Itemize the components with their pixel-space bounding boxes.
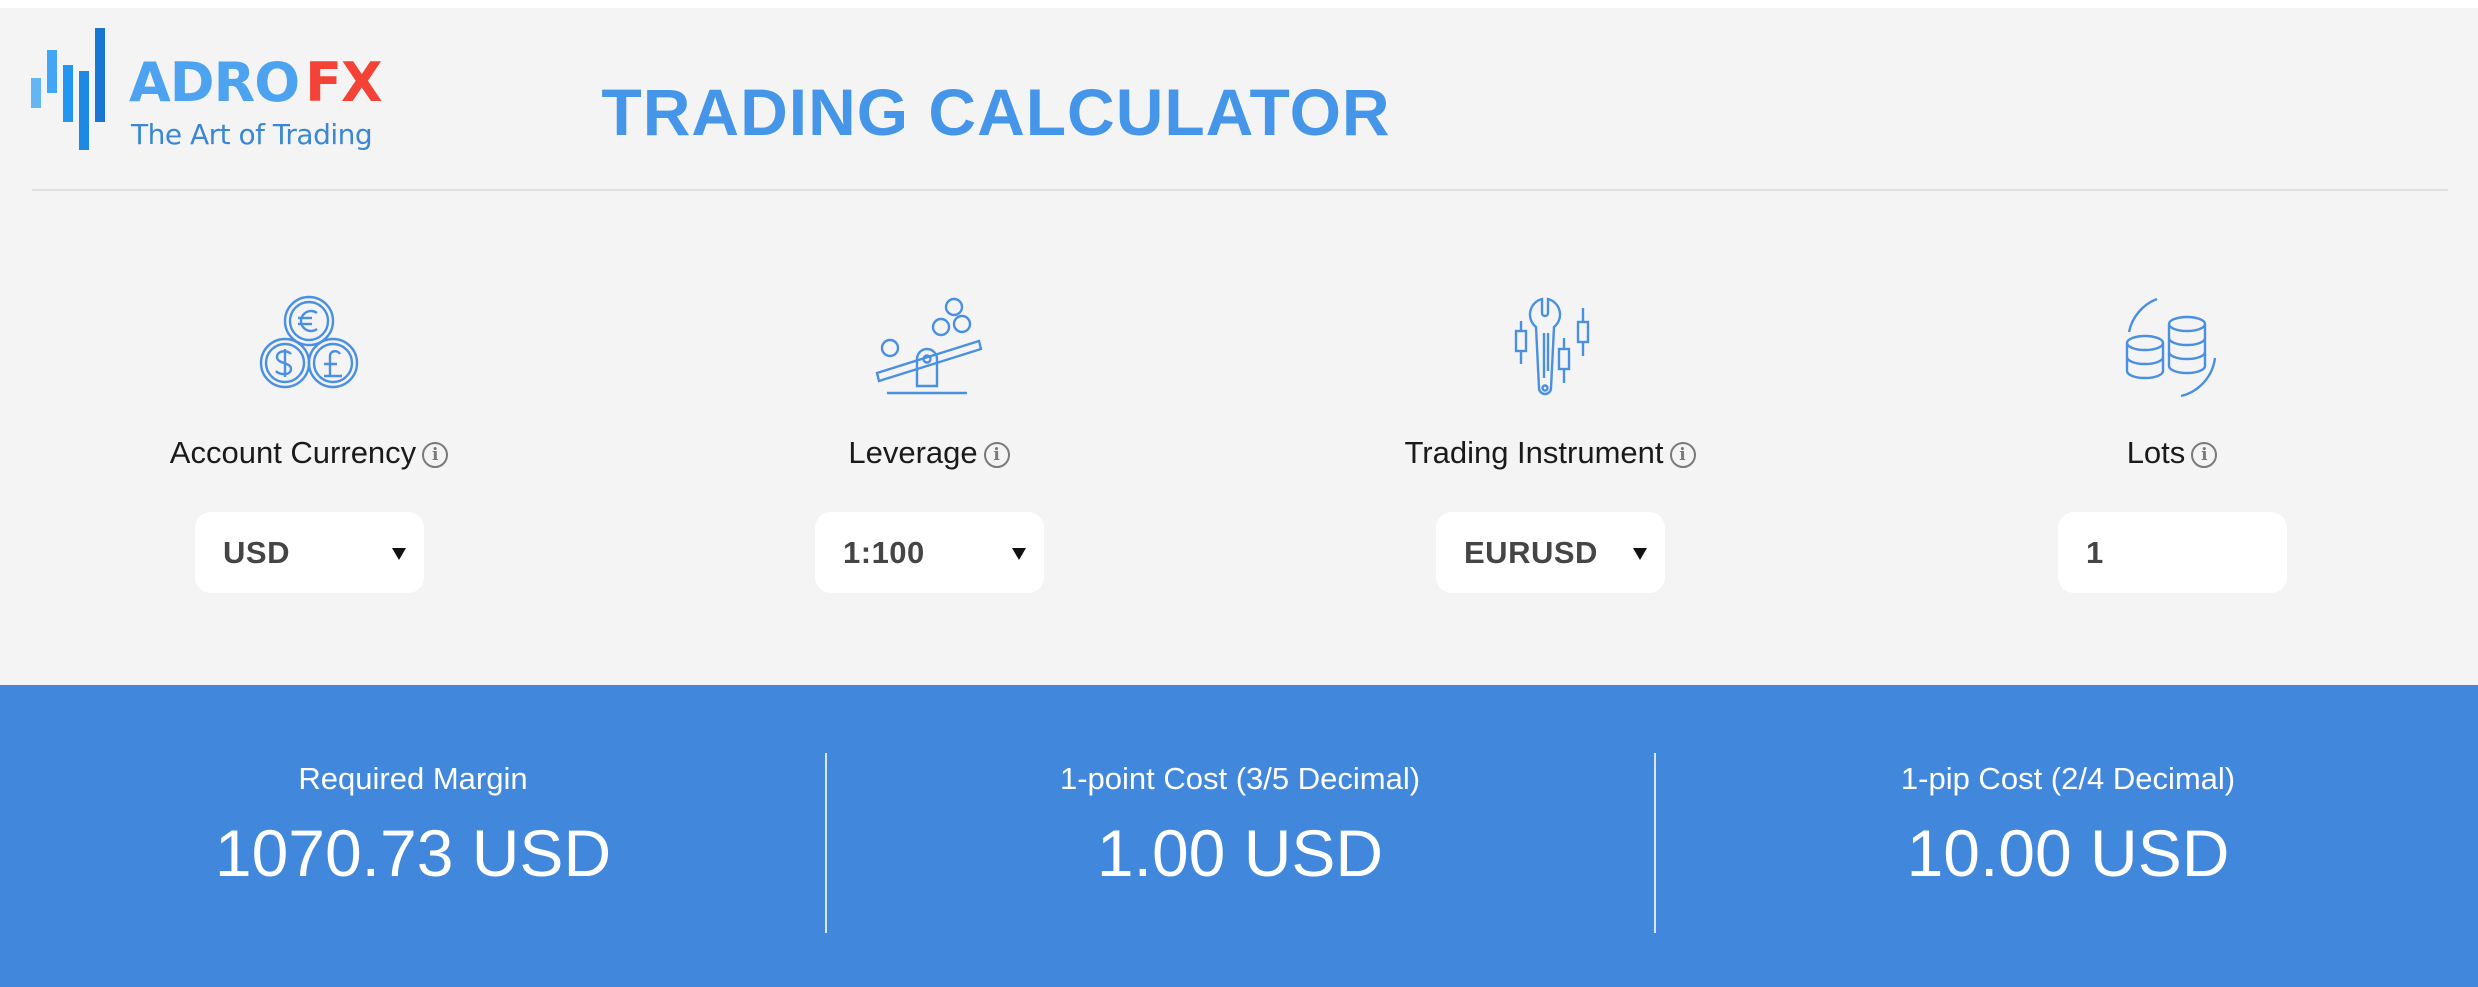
account-currency-value: USD bbox=[223, 535, 290, 570]
leverage-label-row: Leverage i bbox=[679, 433, 1179, 473]
lots-input[interactable]: 1 bbox=[2058, 512, 2287, 593]
field-leverage: Leverage i 1:100 bbox=[679, 293, 1179, 603]
result-point-cost: 1-point Cost (3/5 Decimal) 1.00 USD bbox=[827, 685, 1653, 987]
required-margin-label: Required Margin bbox=[298, 761, 528, 796]
info-icon[interactable]: i bbox=[1669, 442, 1696, 468]
wrench-candlestick-icon bbox=[1495, 293, 1605, 403]
result-required-margin: Required Margin 1070.73 USD bbox=[0, 685, 826, 987]
required-margin-value: 1070.73 USD bbox=[214, 816, 612, 890]
result-pip-cost: 1-pip Cost (2/4 Decimal) 10.00 USD bbox=[1655, 685, 2478, 987]
page-title-text: TRADING CALCULATOR bbox=[601, 75, 1391, 149]
lots-value: 1 bbox=[2086, 535, 2104, 570]
trading-instrument-value: EURUSD bbox=[1464, 535, 1598, 570]
point-cost-value: 1.00 USD bbox=[1096, 816, 1384, 890]
account-currency-label: Account Currency bbox=[169, 435, 417, 470]
info-icon[interactable]: i bbox=[2191, 442, 2218, 468]
lots-label-row: Lots i bbox=[1922, 433, 2422, 473]
chevron-down-icon bbox=[392, 548, 406, 560]
leverage-seesaw-icon bbox=[874, 293, 984, 403]
page-title: TRADING CALCULATOR bbox=[0, 72, 2478, 152]
results-panel: Required Margin 1070.73 USD 1-point Cost… bbox=[0, 685, 2478, 987]
pip-cost-label: 1-pip Cost (2/4 Decimal) bbox=[1900, 761, 2236, 796]
pip-cost-value: 10.00 USD bbox=[1906, 816, 2230, 890]
info-icon[interactable]: i bbox=[422, 442, 449, 468]
chevron-down-icon bbox=[1012, 548, 1026, 560]
currency-coins-icon bbox=[254, 293, 364, 403]
chevron-down-icon bbox=[1633, 548, 1647, 560]
account-currency-select[interactable]: USD bbox=[195, 512, 424, 593]
field-account-currency: Account Currency i USD bbox=[59, 293, 559, 603]
leverage-select[interactable]: 1:100 bbox=[815, 512, 1044, 593]
field-trading-instrument: Trading Instrument i EURUSD bbox=[1300, 293, 1800, 603]
account-currency-label-row: Account Currency i bbox=[59, 433, 559, 473]
point-cost-label: 1-point Cost (3/5 Decimal) bbox=[1059, 761, 1421, 796]
trading-instrument-label-row: Trading Instrument i bbox=[1300, 433, 1800, 473]
field-lots: Lots i 1 bbox=[1922, 293, 2422, 603]
coin-stacks-icon bbox=[2117, 293, 2227, 403]
header-divider bbox=[32, 189, 2448, 191]
leverage-value: 1:100 bbox=[843, 535, 925, 570]
leverage-label: Leverage bbox=[848, 435, 978, 470]
trading-instrument-label: Trading Instrument bbox=[1404, 435, 1664, 470]
info-icon[interactable]: i bbox=[983, 442, 1010, 468]
trading-instrument-select[interactable]: EURUSD bbox=[1436, 512, 1665, 593]
lots-label: Lots bbox=[2126, 435, 2186, 470]
